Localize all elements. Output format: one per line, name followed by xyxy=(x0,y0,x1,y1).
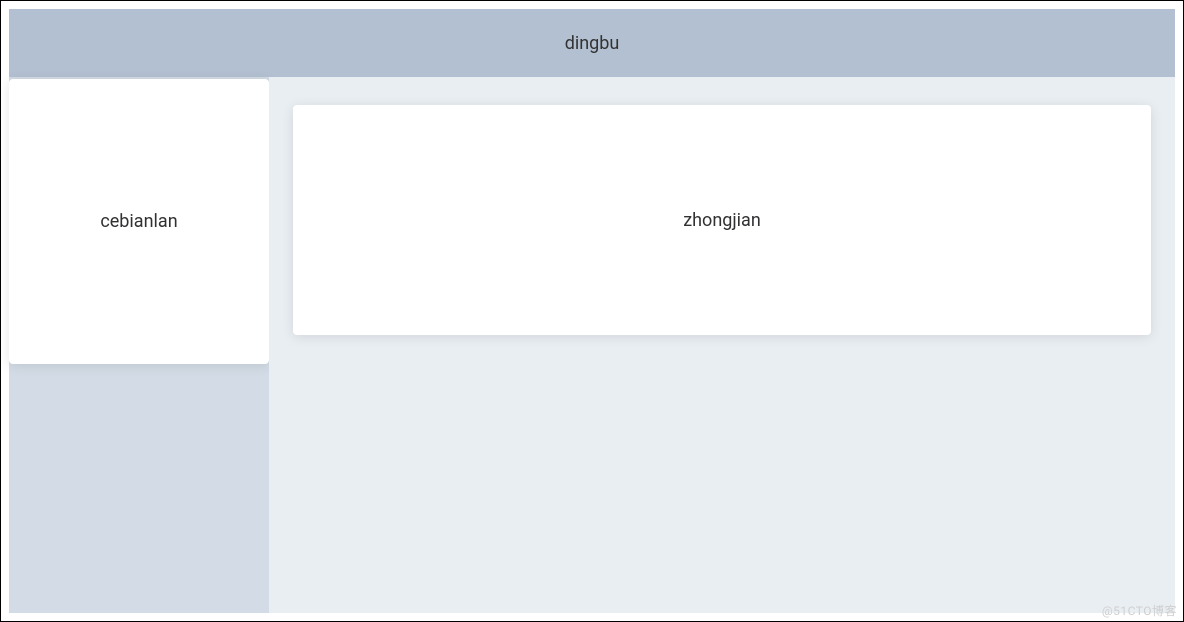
sidebar: cebianlan xyxy=(9,77,269,613)
header: dingbu xyxy=(9,9,1175,77)
main-label: zhongjian xyxy=(683,210,761,231)
header-title: dingbu xyxy=(565,33,620,54)
body-container: cebianlan zhongjian xyxy=(9,77,1175,613)
sidebar-card: cebianlan xyxy=(9,79,269,364)
main-area: zhongjian xyxy=(269,77,1175,613)
layout-container: dingbu cebianlan zhongjian xyxy=(9,9,1175,613)
sidebar-label: cebianlan xyxy=(100,211,177,232)
app-frame: dingbu cebianlan zhongjian @51CTO博客 xyxy=(0,0,1184,622)
main-card: zhongjian xyxy=(293,105,1151,335)
